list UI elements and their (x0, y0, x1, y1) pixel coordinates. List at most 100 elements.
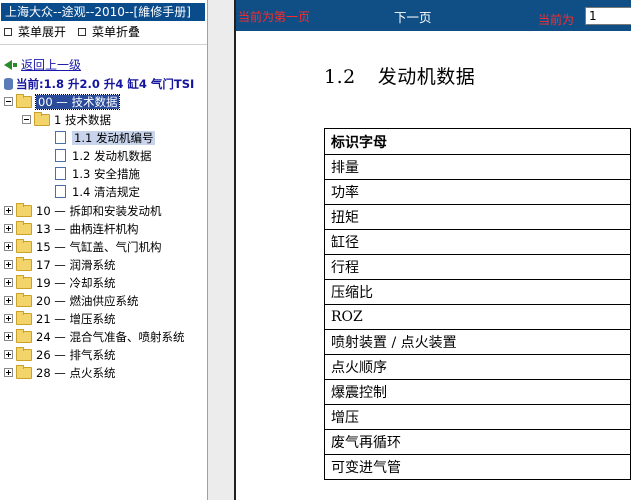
engine-data-table: 标识字母 排量 功率 扭矩 缸径 行程 压缩比 ROZ 喷射装置 / 点火装置 … (324, 128, 631, 480)
next-page-link[interactable]: 下一页 (394, 7, 432, 26)
tree-node-tech-data[interactable]: 1 技术数据 (22, 111, 111, 129)
table-cell: 废气再循环 (324, 429, 631, 455)
table-row: 排量 (324, 154, 631, 180)
expand-toggle-icon[interactable] (4, 332, 13, 341)
tree-leaf-1-1[interactable]: 1.1 发动机编号 (55, 129, 156, 147)
menu-collapse-label: 菜单折叠 (92, 25, 141, 39)
table-row: ROZ (324, 304, 631, 330)
table-cell: 功率 (324, 179, 631, 205)
tree-group-26[interactable]: 26 — 排气系统 (4, 346, 115, 364)
table-header-row: 标识字母 (324, 128, 631, 155)
tree-leaf-1-4[interactable]: 1.4 清洁规定 (55, 183, 140, 201)
document-icon (55, 131, 66, 144)
back-arrow-tail (13, 62, 17, 67)
tree-group-label: 26 — 排气系统 (36, 348, 116, 362)
folder-open-icon (16, 93, 32, 108)
tree-group-label: 28 — 点火系统 (36, 366, 116, 380)
expand-toggle-icon[interactable] (4, 314, 13, 323)
tree-group-24[interactable]: 24 — 混合气准备、喷射系统 (4, 328, 184, 346)
expand-toggle-icon[interactable] (4, 278, 13, 287)
table-row: 点火顺序 (324, 354, 631, 380)
menu-divider (0, 44, 208, 45)
tree-node-label: 1 技术数据 (54, 113, 111, 127)
expand-toggle-icon[interactable] (4, 242, 13, 251)
first-page-status: 当前为第一页 (238, 10, 311, 24)
table-row: 功率 (324, 179, 631, 205)
document-icon (55, 167, 66, 180)
collapse-toggle-icon[interactable] (4, 97, 13, 106)
document-icon (55, 149, 66, 162)
section-number: 1.2 (324, 66, 356, 88)
tree-leaf-label: 1.4 清洁规定 (72, 185, 140, 199)
menu-expand-button[interactable]: 菜单展开 (4, 24, 66, 40)
tree-group-10[interactable]: 10 — 拆卸和安装发动机 (4, 202, 161, 220)
folder-icon (16, 310, 32, 325)
table-row: 爆震控制 (324, 379, 631, 405)
tree-group-15[interactable]: 15 — 气缸盖、气门机构 (4, 238, 161, 256)
expand-toggle-icon[interactable] (4, 350, 13, 359)
tree-group-21[interactable]: 21 — 增压系统 (4, 310, 115, 328)
table-cell: 行程 (324, 254, 631, 280)
square-bullet-icon (78, 27, 86, 36)
section-title: 发动机数据 (377, 66, 476, 88)
tree-group-label: 13 — 曲柄连杆机构 (36, 222, 139, 236)
table-row: 喷射装置 / 点火装置 (324, 329, 631, 355)
tree-group-label: 24 — 混合气准备、喷射系统 (36, 330, 185, 344)
tree-node-label: 00 — 技术数据 (34, 94, 121, 110)
expand-toggle-icon[interactable] (4, 224, 13, 233)
table-cell: 喷射装置 / 点火装置 (324, 329, 631, 355)
tree-leaf-label: 1.3 安全措施 (72, 167, 140, 181)
tree-leaf-label: 1.1 发动机编号 (72, 131, 156, 145)
pane-splitter[interactable] (208, 0, 234, 500)
table-row: 废气再循环 (324, 429, 631, 455)
back-link-text[interactable]: 返回上一级 (21, 58, 81, 72)
page-number-input[interactable] (585, 7, 631, 25)
table-row: 可变进气管 (324, 454, 631, 480)
section-heading: 1.2 发动机数据 (324, 62, 475, 89)
table-cell: ROZ (324, 304, 631, 330)
document-pane: 当前为第一页 下一页 当前为 1.2 发动机数据 标识字母 排量 功率 扭矩 缸径… (234, 0, 631, 500)
current-engine-text: 当前:1.8 升2.0 升4 缸4 气门TSI (16, 77, 195, 91)
folder-icon (16, 202, 32, 217)
page-toolbar: 当前为第一页 下一页 当前为 (236, 0, 631, 31)
table-row: 增压 (324, 404, 631, 430)
folder-icon (16, 274, 32, 289)
expand-toggle-icon[interactable] (4, 368, 13, 377)
tree-group-label: 21 — 增压系统 (36, 312, 116, 326)
tree-group-label: 17 — 润滑系统 (36, 258, 116, 272)
table-cell: 缸径 (324, 229, 631, 255)
tree-group-label: 15 — 气缸盖、气门机构 (36, 240, 162, 254)
menu-expand-label: 菜单展开 (18, 25, 67, 39)
table-cell: 扭矩 (324, 204, 631, 230)
table-row: 压缩比 (324, 279, 631, 305)
expand-toggle-icon[interactable] (4, 296, 13, 305)
tree-leaf-1-2[interactable]: 1.2 发动机数据 (55, 147, 151, 165)
collapse-toggle-icon[interactable] (22, 115, 31, 124)
tree-group-13[interactable]: 13 — 曲柄连杆机构 (4, 220, 138, 238)
table-cell: 压缩比 (324, 279, 631, 305)
expand-toggle-icon[interactable] (4, 206, 13, 215)
table-cell: 点火顺序 (324, 354, 631, 380)
tree-group-28[interactable]: 28 — 点火系统 (4, 364, 115, 382)
table-cell: 爆震控制 (324, 379, 631, 405)
tree-group-label: 19 — 冷却系统 (36, 276, 116, 290)
tree-group-label: 10 — 拆卸和安装发动机 (36, 204, 162, 218)
table-cell: 排量 (324, 154, 631, 180)
menu-collapse-button[interactable]: 菜单折叠 (78, 24, 140, 40)
expand-toggle-icon[interactable] (4, 260, 13, 269)
database-icon (4, 77, 13, 90)
back-link[interactable]: 返回上一级 (4, 57, 81, 73)
current-engine-label: 当前:1.8 升2.0 升4 缸4 气门TSI (4, 76, 194, 92)
tree-group-19[interactable]: 19 — 冷却系统 (4, 274, 115, 292)
tree-node-root[interactable]: 00 — 技术数据 (4, 93, 121, 111)
tree-group-20[interactable]: 20 — 燃油供应系统 (4, 292, 138, 310)
tree-group-17[interactable]: 17 — 润滑系统 (4, 256, 115, 274)
square-bullet-icon (4, 27, 12, 36)
current-page-label: 当前为 (538, 13, 575, 27)
folder-icon (16, 292, 32, 307)
table-header-cell: 标识字母 (324, 128, 631, 155)
table-row: 扭矩 (324, 204, 631, 230)
tree-leaf-1-3[interactable]: 1.3 安全措施 (55, 165, 140, 183)
folder-icon (16, 220, 32, 235)
table-row: 缸径 (324, 229, 631, 255)
